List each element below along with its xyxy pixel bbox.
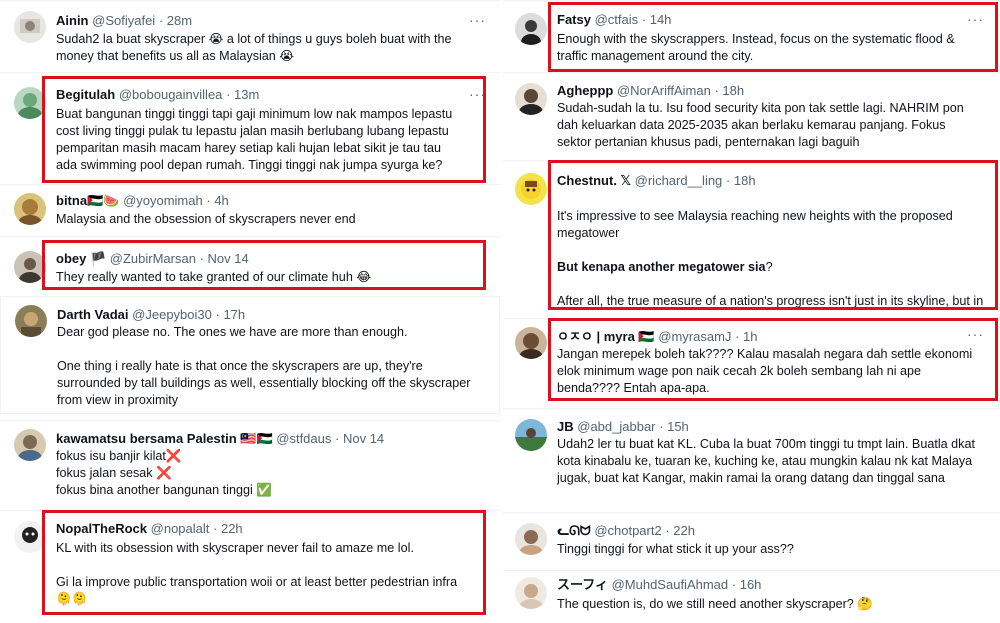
- author-name[interactable]: ㅇㅈㅇ | myra 🇵🇸: [557, 329, 655, 344]
- author-handle[interactable]: @MuhdSaufiAhmad: [612, 577, 729, 592]
- tweet-text: Sudah2 la buat skyscraper 😭 a lot of thi…: [56, 32, 452, 63]
- author-name[interactable]: JB: [557, 419, 574, 434]
- author-name[interactable]: NopalTheRock: [56, 521, 147, 536]
- author-name[interactable]: Fatsy: [557, 12, 591, 27]
- author-handle[interactable]: @stfdaus: [276, 431, 331, 446]
- tweet-time[interactable]: 13m: [234, 87, 259, 102]
- avatar[interactable]: [515, 13, 547, 45]
- author-handle[interactable]: @nopalalt: [151, 521, 210, 536]
- tweet-card[interactable]: JB @abd_jabbar · 15h Udah2 ler tu buat k…: [503, 408, 1000, 512]
- tweet-text: Dear god please no. The ones we have are…: [57, 325, 471, 407]
- tweet-time[interactable]: 15h: [667, 419, 689, 434]
- tweet-time[interactable]: 18h: [722, 83, 744, 98]
- author-name[interactable]: Darth Vadai: [57, 307, 129, 322]
- more-options-icon[interactable]: ···: [469, 87, 486, 101]
- author-name[interactable]: obey 🏴: [56, 251, 106, 266]
- avatar[interactable]: [515, 577, 547, 609]
- tweet-text: Sudah-sudah la tu. Isu food security kit…: [557, 101, 964, 149]
- avatar[interactable]: [515, 419, 547, 451]
- avatar[interactable]: [515, 523, 547, 555]
- avatar[interactable]: [515, 327, 547, 359]
- author-name[interactable]: Ainin: [56, 13, 89, 28]
- tweet-card[interactable]: bitna🇵🇸🍉 @yoyomimah · 4h Malaysia and th…: [0, 184, 500, 236]
- author-handle[interactable]: @NorAriffAiman: [617, 83, 711, 98]
- more-options-icon[interactable]: ···: [967, 327, 984, 341]
- author-handle[interactable]: @ctfais: [595, 12, 639, 27]
- tweet-text-part1: It's impressive to see Malaysia reaching…: [557, 209, 953, 240]
- tweet-card[interactable]: スーフィ @MuhdSaufiAhmad · 16h The question …: [503, 570, 1000, 623]
- avatar[interactable]: [14, 193, 46, 225]
- tweet-text: fokus isu banjir kilat❌ fokus jalan sesa…: [56, 449, 272, 497]
- author-name[interactable]: kawamatsu bersama Palestin 🇲🇾🇵🇸: [56, 431, 273, 446]
- tweet-text: Malaysia and the obsession of skyscraper…: [56, 212, 356, 226]
- tweet-time[interactable]: 28m: [167, 13, 192, 28]
- author-name[interactable]: Begitulah: [56, 87, 115, 102]
- tweet-text: Buat bangunan tinggi tinggi tapi gaji mi…: [56, 107, 453, 172]
- tweet-text: They really wanted to take granted of ou…: [56, 270, 372, 284]
- avatar[interactable]: [14, 87, 46, 119]
- tweet-text-part2: After all, the true measure of a nation'…: [557, 294, 984, 312]
- tweet-card[interactable]: Begitulah @bobougainvillea · 13m ··· Bua…: [0, 72, 500, 184]
- tweet-text: Udah2 ler tu buat kat KL. Cuba la buat 7…: [557, 437, 975, 485]
- tweet-text: Enough with the skyscrappers. Instead, f…: [557, 32, 955, 63]
- tweet-card[interactable]: ᓚᘏᗢ @chotpart2 · 22h Tinggi tinggi for w…: [503, 512, 1000, 570]
- tweet-card[interactable]: Ainin @Sofiyafei · 28m ··· Sudah2 la bua…: [0, 0, 500, 72]
- tweet-time[interactable]: 4h: [214, 193, 228, 208]
- author-handle[interactable]: @yoyomimah: [123, 193, 203, 208]
- tweet-time[interactable]: Nov 14: [343, 431, 384, 446]
- tweet-time[interactable]: 22h: [221, 521, 243, 536]
- author-handle[interactable]: @abd_jabbar: [577, 419, 655, 434]
- tweet-card[interactable]: ㅇㅈㅇ | myra 🇵🇸 @myrasamJ · 1h ··· Jangan …: [503, 318, 1000, 408]
- tweet-time[interactable]: 16h: [740, 577, 762, 592]
- author-name[interactable]: Chestnut. 𝕏: [557, 173, 631, 188]
- tweet-text: Jangan merepek boleh tak???? Kalau masal…: [557, 347, 973, 395]
- tweet-time[interactable]: 18h: [734, 173, 756, 188]
- tweet-text: It's impressive to see Malaysia reaching…: [557, 191, 987, 312]
- tweet-card[interactable]: Chestnut. 𝕏 @richard__ling · 18h It's im…: [503, 160, 1000, 312]
- tweet-time[interactable]: 17h: [223, 307, 245, 322]
- tweet-card[interactable]: Fatsy @ctfais · 14h ··· Enough with the …: [503, 0, 1000, 72]
- avatar[interactable]: [14, 429, 46, 461]
- author-name[interactable]: ᓚᘏᗢ: [557, 523, 591, 538]
- more-options-icon[interactable]: ···: [469, 13, 486, 27]
- author-handle[interactable]: @ZubirMarsan: [110, 251, 196, 266]
- tweet-text-bold-tail: ?: [765, 260, 773, 274]
- author-name[interactable]: スーフィ: [557, 577, 608, 592]
- author-handle[interactable]: @bobougainvillea: [119, 87, 223, 102]
- tweet-text: The question is, do we still need anothe…: [557, 597, 873, 611]
- tweet-time[interactable]: 14h: [650, 12, 672, 27]
- author-handle[interactable]: @Sofiyafei: [92, 13, 155, 28]
- tweet-card[interactable]: kawamatsu bersama Palestin 🇲🇾🇵🇸 @stfdaus…: [0, 420, 500, 510]
- more-options-icon[interactable]: ···: [967, 12, 984, 26]
- avatar[interactable]: [515, 173, 547, 205]
- author-handle[interactable]: @Jeepyboi30: [132, 307, 212, 322]
- tweet-card[interactable]: Agheppp @NorAriffAiman · 18h Sudah-sudah…: [503, 72, 1000, 160]
- tweet-time[interactable]: Nov 14: [208, 251, 249, 266]
- author-handle[interactable]: @chotpart2: [594, 523, 661, 538]
- tweet-text-bold: But kenapa another megatower sia: [557, 260, 766, 274]
- tweet-card[interactable]: obey 🏴 @ZubirMarsan · Nov 14 They really…: [0, 236, 500, 292]
- author-handle[interactable]: @myrasamJ: [658, 329, 731, 344]
- tweet-text: Tinggi tinggi for what stick it up your …: [557, 542, 794, 556]
- avatar[interactable]: [14, 251, 46, 283]
- tweet-card[interactable]: NopalTheRock @nopalalt · 22h KL with its…: [0, 510, 500, 623]
- tweet-card[interactable]: Darth Vadai @Jeepyboi30 · 17h Dear god p…: [0, 296, 500, 414]
- tweet-time[interactable]: 22h: [673, 523, 695, 538]
- avatar[interactable]: [14, 521, 46, 553]
- avatar[interactable]: [515, 83, 547, 115]
- tweet-text: KL with its obsession with skyscraper ne…: [56, 541, 458, 606]
- author-handle[interactable]: @richard__ling: [635, 173, 723, 188]
- tweet-time[interactable]: 1h: [743, 329, 757, 344]
- author-name[interactable]: Agheppp: [557, 83, 613, 98]
- avatar[interactable]: [15, 305, 47, 337]
- avatar[interactable]: [14, 11, 46, 43]
- author-name[interactable]: bitna🇵🇸🍉: [56, 193, 119, 208]
